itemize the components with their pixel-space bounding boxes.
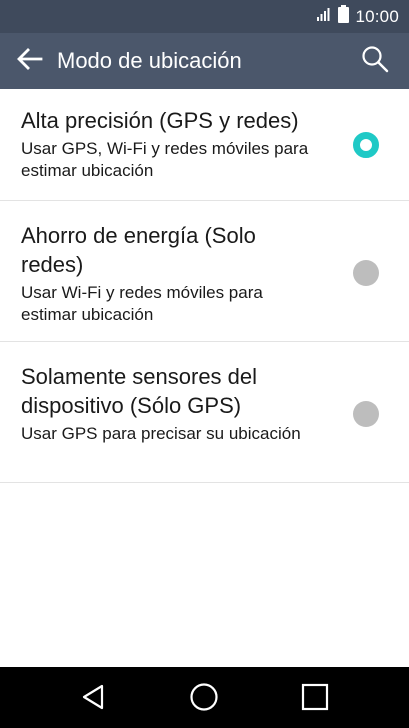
radio-device-only[interactable] bbox=[353, 401, 379, 427]
option-battery-saving[interactable]: Ahorro de energía (Solo redes) Usar Wi-F… bbox=[0, 201, 409, 342]
screen: 10:00 Modo de ubicación Alta precisión (… bbox=[0, 0, 409, 728]
location-mode-list: Alta precisión (GPS y redes) Usar GPS, W… bbox=[0, 89, 409, 483]
back-arrow-icon bbox=[17, 47, 43, 75]
page-title: Modo de ubicación bbox=[57, 48, 242, 73]
back-triangle-icon bbox=[80, 683, 106, 716]
search-button[interactable] bbox=[353, 39, 397, 83]
option-text: Ahorro de energía (Solo redes) Usar Wi-F… bbox=[21, 221, 321, 326]
navigation-bar bbox=[0, 667, 409, 728]
recents-square-icon bbox=[301, 683, 329, 716]
back-button[interactable] bbox=[8, 39, 52, 83]
option-subtitle: Usar GPS para precisar su ubicación bbox=[21, 424, 301, 443]
option-subtitle: Usar Wi-Fi y redes móviles para estimar … bbox=[21, 283, 263, 324]
option-title: Ahorro de energía (Solo redes) bbox=[21, 223, 256, 277]
status-icons: 10:00 bbox=[316, 0, 399, 33]
nav-back-button[interactable] bbox=[71, 677, 115, 721]
option-device-only[interactable]: Solamente sensores del dispositivo (Sólo… bbox=[0, 342, 409, 483]
option-title: Solamente sensores del dispositivo (Sólo… bbox=[21, 364, 258, 418]
option-high-accuracy[interactable]: Alta precisión (GPS y redes) Usar GPS, W… bbox=[0, 89, 409, 201]
radio-high-accuracy[interactable] bbox=[353, 132, 379, 158]
search-icon bbox=[361, 45, 389, 78]
status-bar: 10:00 bbox=[0, 0, 409, 33]
option-text: Solamente sensores del dispositivo (Sólo… bbox=[21, 362, 321, 445]
status-time: 10:00 bbox=[355, 6, 399, 26]
radio-battery-saving[interactable] bbox=[353, 260, 379, 286]
option-title: Alta precisión (GPS y redes) bbox=[21, 108, 299, 133]
app-bar: Modo de ubicación bbox=[0, 33, 409, 89]
nav-home-button[interactable] bbox=[182, 677, 226, 721]
battery-icon bbox=[338, 5, 350, 28]
option-text: Alta precisión (GPS y redes) Usar GPS, W… bbox=[21, 106, 321, 182]
nav-recents-button[interactable] bbox=[293, 677, 337, 721]
signal-icon bbox=[316, 6, 332, 27]
option-subtitle: Usar GPS, Wi-Fi y redes móviles para est… bbox=[21, 139, 309, 180]
home-circle-icon bbox=[189, 682, 219, 717]
